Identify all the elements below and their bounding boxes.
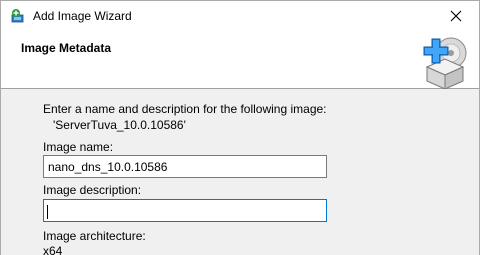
add-image-disc-icon <box>423 37 467 89</box>
image-source-name: 'ServerTuva_10.0.10586' <box>53 118 186 132</box>
wizard-app-icon <box>11 9 24 23</box>
window-title: Add Image Wizard <box>33 9 132 23</box>
wizard-header: Image Metadata <box>1 31 479 89</box>
instruction-text: Enter a name and description for the fol… <box>43 102 327 116</box>
add-image-wizard-window: Add Image Wizard Image Metadata Enter a … <box>0 0 480 255</box>
title-bar: Add Image Wizard <box>1 1 479 31</box>
image-architecture-value: x64 <box>43 244 63 255</box>
image-name-label: Image name: <box>43 140 114 154</box>
text-caret <box>47 205 48 219</box>
image-architecture-label: Image architecture: <box>43 229 146 243</box>
page-title: Image Metadata <box>21 41 112 55</box>
image-name-field[interactable] <box>43 155 327 178</box>
close-button[interactable] <box>433 1 479 31</box>
close-icon <box>450 10 462 22</box>
image-description-label: Image description: <box>43 183 142 197</box>
wizard-content: Enter a name and description for the fol… <box>1 90 479 255</box>
image-description-field[interactable] <box>43 199 327 222</box>
